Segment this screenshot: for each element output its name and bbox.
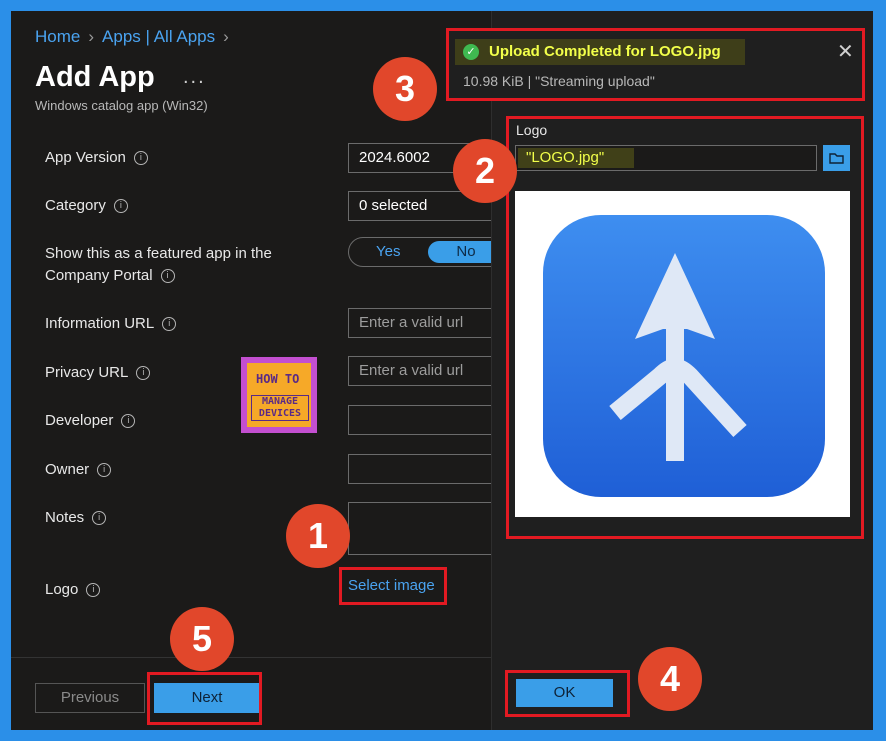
logo-label-text: Logo bbox=[45, 581, 79, 598]
privacy-url-input[interactable]: Enter a valid url bbox=[348, 356, 508, 386]
logo-inner: HOW TO MANAGE DEVICES bbox=[247, 363, 311, 427]
page-title: Add App bbox=[35, 61, 155, 93]
info-icon[interactable]: i bbox=[136, 366, 151, 381]
more-options-icon[interactable]: ... bbox=[183, 66, 206, 89]
step-callout-1: 1 bbox=[286, 504, 350, 568]
info-icon[interactable]: i bbox=[162, 317, 177, 332]
step-callout-2: 2 bbox=[453, 139, 517, 203]
app-frame: Home › Apps | All Apps › Add App ... Window… bbox=[11, 11, 873, 730]
information-url-label: Information URL i bbox=[45, 313, 177, 335]
notes-textarea[interactable] bbox=[348, 502, 508, 555]
notes-label: Notes i bbox=[45, 507, 107, 529]
highlight-box-select-image bbox=[339, 567, 447, 605]
chevron-right-icon: › bbox=[88, 27, 95, 46]
page-subtitle: Windows catalog app (Win32) bbox=[35, 98, 208, 113]
featured-app-label: Show this as a featured app in the Compa… bbox=[45, 243, 272, 287]
highlight-box-next bbox=[147, 672, 262, 725]
logo-label: Logo i bbox=[45, 579, 101, 601]
toggle-yes[interactable]: Yes bbox=[376, 243, 400, 260]
privacy-url-label-text: Privacy URL bbox=[45, 364, 129, 381]
footer-divider bbox=[11, 657, 491, 658]
info-icon[interactable]: i bbox=[121, 414, 136, 429]
developer-label: Developer i bbox=[45, 410, 136, 432]
info-icon[interactable]: i bbox=[113, 199, 128, 214]
previous-button[interactable]: Previous bbox=[35, 683, 145, 713]
developer-label-text: Developer bbox=[45, 412, 114, 429]
how-to-manage-devices-logo: HOW TO MANAGE DEVICES bbox=[241, 357, 317, 433]
app-version-label-text: App Version bbox=[45, 149, 126, 166]
owner-input[interactable] bbox=[348, 454, 508, 484]
info-icon[interactable]: i bbox=[86, 583, 101, 598]
category-label: Category i bbox=[45, 195, 128, 217]
highlight-box-logo bbox=[506, 116, 864, 539]
info-icon[interactable]: i bbox=[160, 269, 175, 284]
app-version-label: App Version i bbox=[45, 147, 148, 169]
owner-label: Owner i bbox=[45, 459, 112, 481]
highlight-box-toast bbox=[446, 28, 865, 101]
featured-app-toggle[interactable]: Yes No bbox=[348, 237, 508, 267]
owner-label-text: Owner bbox=[45, 461, 90, 478]
breadcrumb-apps[interactable]: Apps | All Apps bbox=[102, 27, 215, 46]
information-url-input[interactable]: Enter a valid url bbox=[348, 308, 508, 338]
step-callout-4: 4 bbox=[638, 647, 702, 711]
privacy-url-label: Privacy URL i bbox=[45, 362, 151, 384]
step-callout-3: 3 bbox=[373, 57, 437, 121]
logo-line2: MANAGE DEVICES bbox=[251, 395, 309, 421]
chevron-right-icon: › bbox=[223, 27, 229, 46]
add-app-panel: Home › Apps | All Apps › Add App ... Window… bbox=[11, 11, 508, 730]
developer-input[interactable] bbox=[348, 405, 508, 435]
info-icon[interactable]: i bbox=[133, 151, 148, 166]
featured-label-line1: Show this as a featured app in the bbox=[45, 245, 272, 262]
step-callout-5: 5 bbox=[170, 607, 234, 671]
logo-line1: HOW TO bbox=[256, 372, 300, 386]
breadcrumb: Home › Apps | All Apps › bbox=[35, 27, 237, 47]
featured-label-line2: Company Portal bbox=[45, 267, 153, 284]
category-label-text: Category bbox=[45, 197, 106, 214]
info-icon[interactable]: i bbox=[97, 463, 112, 478]
notes-label-text: Notes bbox=[45, 509, 85, 526]
highlight-box-ok bbox=[505, 670, 630, 717]
info-icon[interactable]: i bbox=[92, 511, 107, 526]
information-url-label-text: Information URL bbox=[45, 315, 155, 332]
breadcrumb-home[interactable]: Home bbox=[35, 27, 80, 46]
